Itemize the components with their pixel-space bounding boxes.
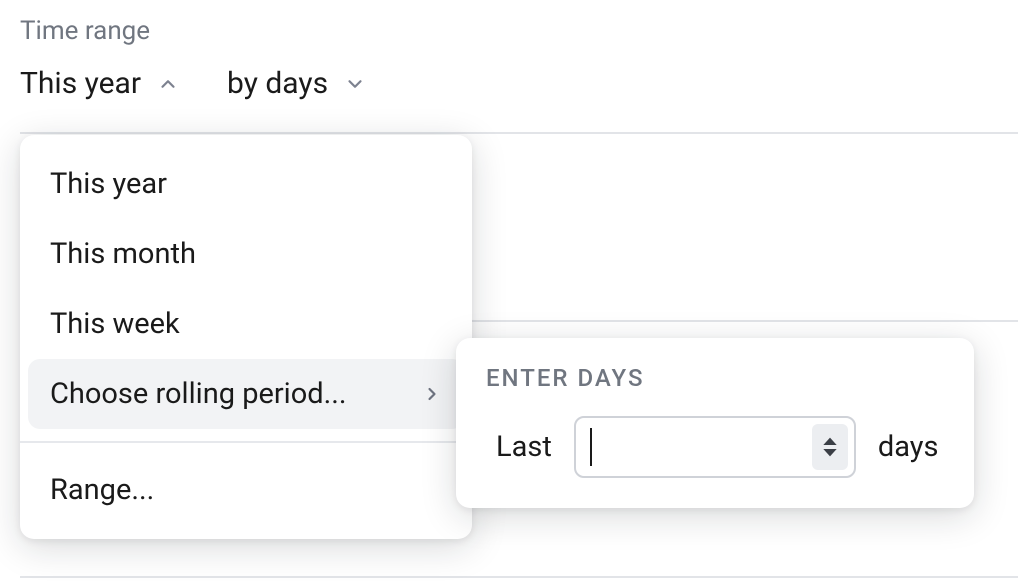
days-input-wrapper <box>574 416 856 478</box>
chevron-up-icon <box>157 73 179 95</box>
popover-title: Enter days <box>486 364 944 392</box>
divider <box>20 576 1018 578</box>
range-option-this-month[interactable]: This month <box>20 219 472 289</box>
granularity-selector-label: by days <box>227 66 328 101</box>
range-dropdown: This year This month This week Choose ro… <box>20 135 472 539</box>
dropdown-separator <box>20 441 472 443</box>
rolling-period-popover: Enter days Last days <box>456 338 974 508</box>
granularity-selector[interactable]: by days <box>227 66 366 101</box>
range-option-range[interactable]: Range... <box>20 455 472 525</box>
divider <box>20 132 1018 134</box>
range-option-label: Choose rolling period... <box>50 377 347 411</box>
text-caret <box>590 428 592 466</box>
divider <box>472 320 1018 322</box>
popover-suffix: days <box>878 430 939 464</box>
popover-prefix: Last <box>496 430 552 464</box>
range-option-this-year[interactable]: This year <box>20 149 472 219</box>
stepper-down-icon <box>822 448 838 458</box>
chevron-right-icon <box>422 384 442 404</box>
chevron-down-icon <box>344 73 366 95</box>
section-label: Time range <box>0 12 1018 66</box>
selectors-row: This year by days <box>0 66 1018 129</box>
range-selector-label: This year <box>20 66 141 101</box>
days-stepper[interactable] <box>812 424 848 470</box>
popover-row: Last days <box>486 416 944 478</box>
range-option-rolling-period[interactable]: Choose rolling period... <box>28 359 464 429</box>
stepper-up-icon <box>822 436 838 446</box>
range-selector[interactable]: This year <box>20 66 179 101</box>
range-option-this-week[interactable]: This week <box>20 289 472 359</box>
